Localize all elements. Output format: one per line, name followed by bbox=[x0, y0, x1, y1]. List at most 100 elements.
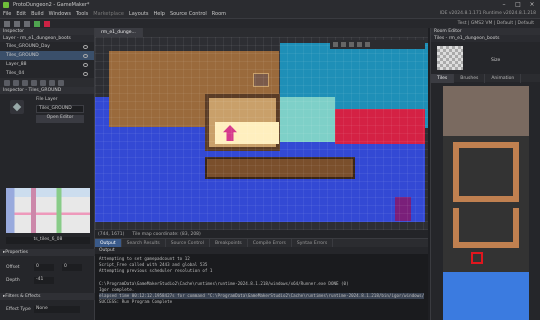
open-editor-button[interactable]: Open Editor bbox=[36, 115, 84, 123]
grid-toggle-icon[interactable] bbox=[357, 42, 362, 47]
size-label: Size bbox=[491, 58, 501, 63]
new-icon[interactable] bbox=[4, 20, 10, 27]
output-panel: Output Search Results Source Control Bre… bbox=[95, 238, 428, 320]
zoom-in-icon[interactable] bbox=[333, 42, 338, 47]
title-bar: ProtoDungeon2 - GameMaker* – □ × bbox=[0, 0, 540, 9]
snap-icon[interactable] bbox=[365, 42, 370, 47]
menu-bar: File Edit Build Windows Tools Marketplac… bbox=[0, 9, 540, 19]
menu-help[interactable]: Help bbox=[154, 11, 165, 17]
menu-layouts[interactable]: Layouts bbox=[129, 11, 149, 17]
tile-swatch[interactable] bbox=[437, 46, 463, 70]
layer-item-ground[interactable]: Tiles_GROUND bbox=[0, 51, 94, 60]
depth-field[interactable]: -41 bbox=[34, 277, 54, 284]
tab-syntax-errors[interactable]: Syntax Errors bbox=[292, 239, 334, 247]
output-log[interactable]: Attempting to set gamepadcount to 12 Scr… bbox=[95, 254, 428, 308]
tileset-select[interactable]: Tiles_GROUND bbox=[36, 105, 84, 113]
tile-block bbox=[453, 142, 519, 202]
layer-label: Layer_88 bbox=[6, 62, 27, 67]
zoom-reset-icon[interactable] bbox=[349, 42, 354, 47]
tab-breakpoints[interactable]: Breakpoints bbox=[210, 239, 248, 247]
stop-icon[interactable] bbox=[44, 20, 50, 27]
folder-icon[interactable] bbox=[49, 79, 55, 86]
grid-overlay bbox=[95, 37, 428, 230]
menu-windows[interactable]: Windows bbox=[49, 11, 71, 17]
layer-item-88[interactable]: Layer_88 bbox=[0, 60, 94, 69]
layer-toolbar bbox=[0, 78, 94, 87]
offset-label: Offset bbox=[6, 265, 20, 270]
output-tabbar: Output Search Results Source Control Bre… bbox=[95, 239, 428, 247]
menu-room[interactable]: Room bbox=[212, 11, 226, 17]
inspector-tiles-title: Inspector - Tiles_GROUND bbox=[0, 87, 94, 94]
inspector-title: Inspector bbox=[0, 28, 94, 35]
output-sub-header: Output bbox=[95, 247, 428, 254]
menu-build[interactable]: Build bbox=[31, 11, 44, 17]
tile-selection-marker[interactable] bbox=[471, 252, 483, 264]
effect-type-select[interactable]: None bbox=[34, 306, 80, 313]
tab-search-results[interactable]: Search Results bbox=[122, 239, 166, 247]
layer-label: Tiles_04 bbox=[6, 71, 25, 76]
asset-layer-icon[interactable] bbox=[31, 79, 37, 86]
eye-icon[interactable] bbox=[83, 44, 88, 49]
room-editor-panel: Room Editor Tiles - rm_e1_dungeon_boots … bbox=[430, 28, 540, 320]
tab-source-control[interactable]: Source Control bbox=[166, 239, 210, 247]
room-view-toolbar bbox=[330, 40, 425, 49]
tileset-section: File Layer Tiles_GROUND Open Editor bbox=[0, 94, 94, 144]
tiles-tabbar: Tiles Brushes Animation bbox=[431, 74, 540, 83]
tile-block bbox=[443, 272, 529, 320]
tab-output[interactable]: Output bbox=[95, 239, 122, 247]
menu-marketplace[interactable]: Marketplace bbox=[93, 11, 124, 17]
effect-type-label: Effect Type bbox=[6, 307, 31, 312]
tab-room[interactable]: rm_e1_dunge... bbox=[95, 28, 143, 37]
properties-header[interactable]: ▸ Properties bbox=[0, 249, 95, 256]
menu-edit[interactable]: Edit bbox=[16, 11, 26, 17]
menu-tools[interactable]: Tools bbox=[76, 11, 88, 17]
layer-label: Tiles_GROUND_Day bbox=[6, 44, 50, 49]
menu-source-control[interactable]: Source Control bbox=[170, 11, 207, 17]
close-icon[interactable]: × bbox=[525, 0, 539, 9]
tileset-palette[interactable] bbox=[443, 86, 529, 320]
filters-header[interactable]: ▸ Filters & Effects bbox=[0, 293, 95, 300]
layer-label: Tiles_GROUND bbox=[6, 53, 39, 58]
minimize-icon[interactable]: – bbox=[497, 0, 511, 9]
maximize-icon[interactable]: □ bbox=[511, 0, 525, 9]
properties-label: Properties bbox=[5, 250, 29, 255]
version-info: IDE v2024.8.1.171 Runtime v2024.8.1.218 bbox=[439, 11, 536, 16]
tilemap-coords: Tile map coordinate: (83, 208) bbox=[132, 231, 201, 237]
target-info[interactable]: Test | GMS2 VM | Default | Default bbox=[458, 21, 534, 26]
zoom-out-icon[interactable] bbox=[341, 42, 346, 47]
room-editor-title: Room Editor bbox=[431, 28, 540, 35]
open-icon[interactable] bbox=[14, 20, 20, 27]
log-line: SUCCESS: Run Program Complete bbox=[99, 299, 173, 305]
tile-header: Tiles - rm_e1_dungeon_boots bbox=[431, 35, 540, 42]
path-layer-icon[interactable] bbox=[22, 79, 28, 86]
tab-brushes[interactable]: Brushes bbox=[454, 74, 486, 83]
menu-file[interactable]: File bbox=[3, 11, 11, 17]
tab-animation[interactable]: Animation bbox=[485, 74, 522, 83]
add-layer-icon[interactable] bbox=[4, 79, 10, 86]
delete-icon[interactable] bbox=[58, 79, 64, 86]
eye-icon[interactable] bbox=[83, 62, 88, 67]
tab-tiles[interactable]: Tiles bbox=[431, 74, 455, 83]
toolbar: Test | GMS2 VM | Default | Default bbox=[0, 19, 540, 28]
tab-compile-errors[interactable]: Compile Errors bbox=[248, 239, 292, 247]
eye-icon[interactable] bbox=[83, 71, 88, 76]
tile-layer-icon[interactable] bbox=[13, 79, 19, 86]
layer-item-04[interactable]: Tiles_04 bbox=[0, 69, 94, 78]
save-icon[interactable] bbox=[24, 20, 30, 27]
layer-item-ground-day[interactable]: Tiles_GROUND_Day bbox=[0, 42, 94, 51]
filters-label: Filters & Effects bbox=[5, 294, 41, 299]
tileset-preview bbox=[6, 188, 90, 233]
room-tabbar: rm_e1_dunge... bbox=[95, 28, 428, 37]
run-icon[interactable] bbox=[34, 20, 40, 27]
tileset-icon bbox=[10, 100, 24, 114]
offset-y-field[interactable]: 0 bbox=[62, 264, 82, 271]
eye-icon[interactable] bbox=[83, 53, 88, 58]
status-bar: (744, 1671) Tile map coordinate: (83, 20… bbox=[95, 230, 428, 238]
filter-layer-icon[interactable] bbox=[40, 79, 46, 86]
tileset-name[interactable]: ts_tiles_6_08 bbox=[6, 237, 90, 244]
window-title: ProtoDungeon2 - GameMaker* bbox=[13, 1, 90, 8]
cursor-coords: (744, 1671) bbox=[98, 231, 125, 237]
room-canvas[interactable] bbox=[95, 37, 428, 230]
gamemaker-logo-icon bbox=[3, 1, 9, 8]
offset-x-field[interactable]: 0 bbox=[34, 264, 54, 271]
